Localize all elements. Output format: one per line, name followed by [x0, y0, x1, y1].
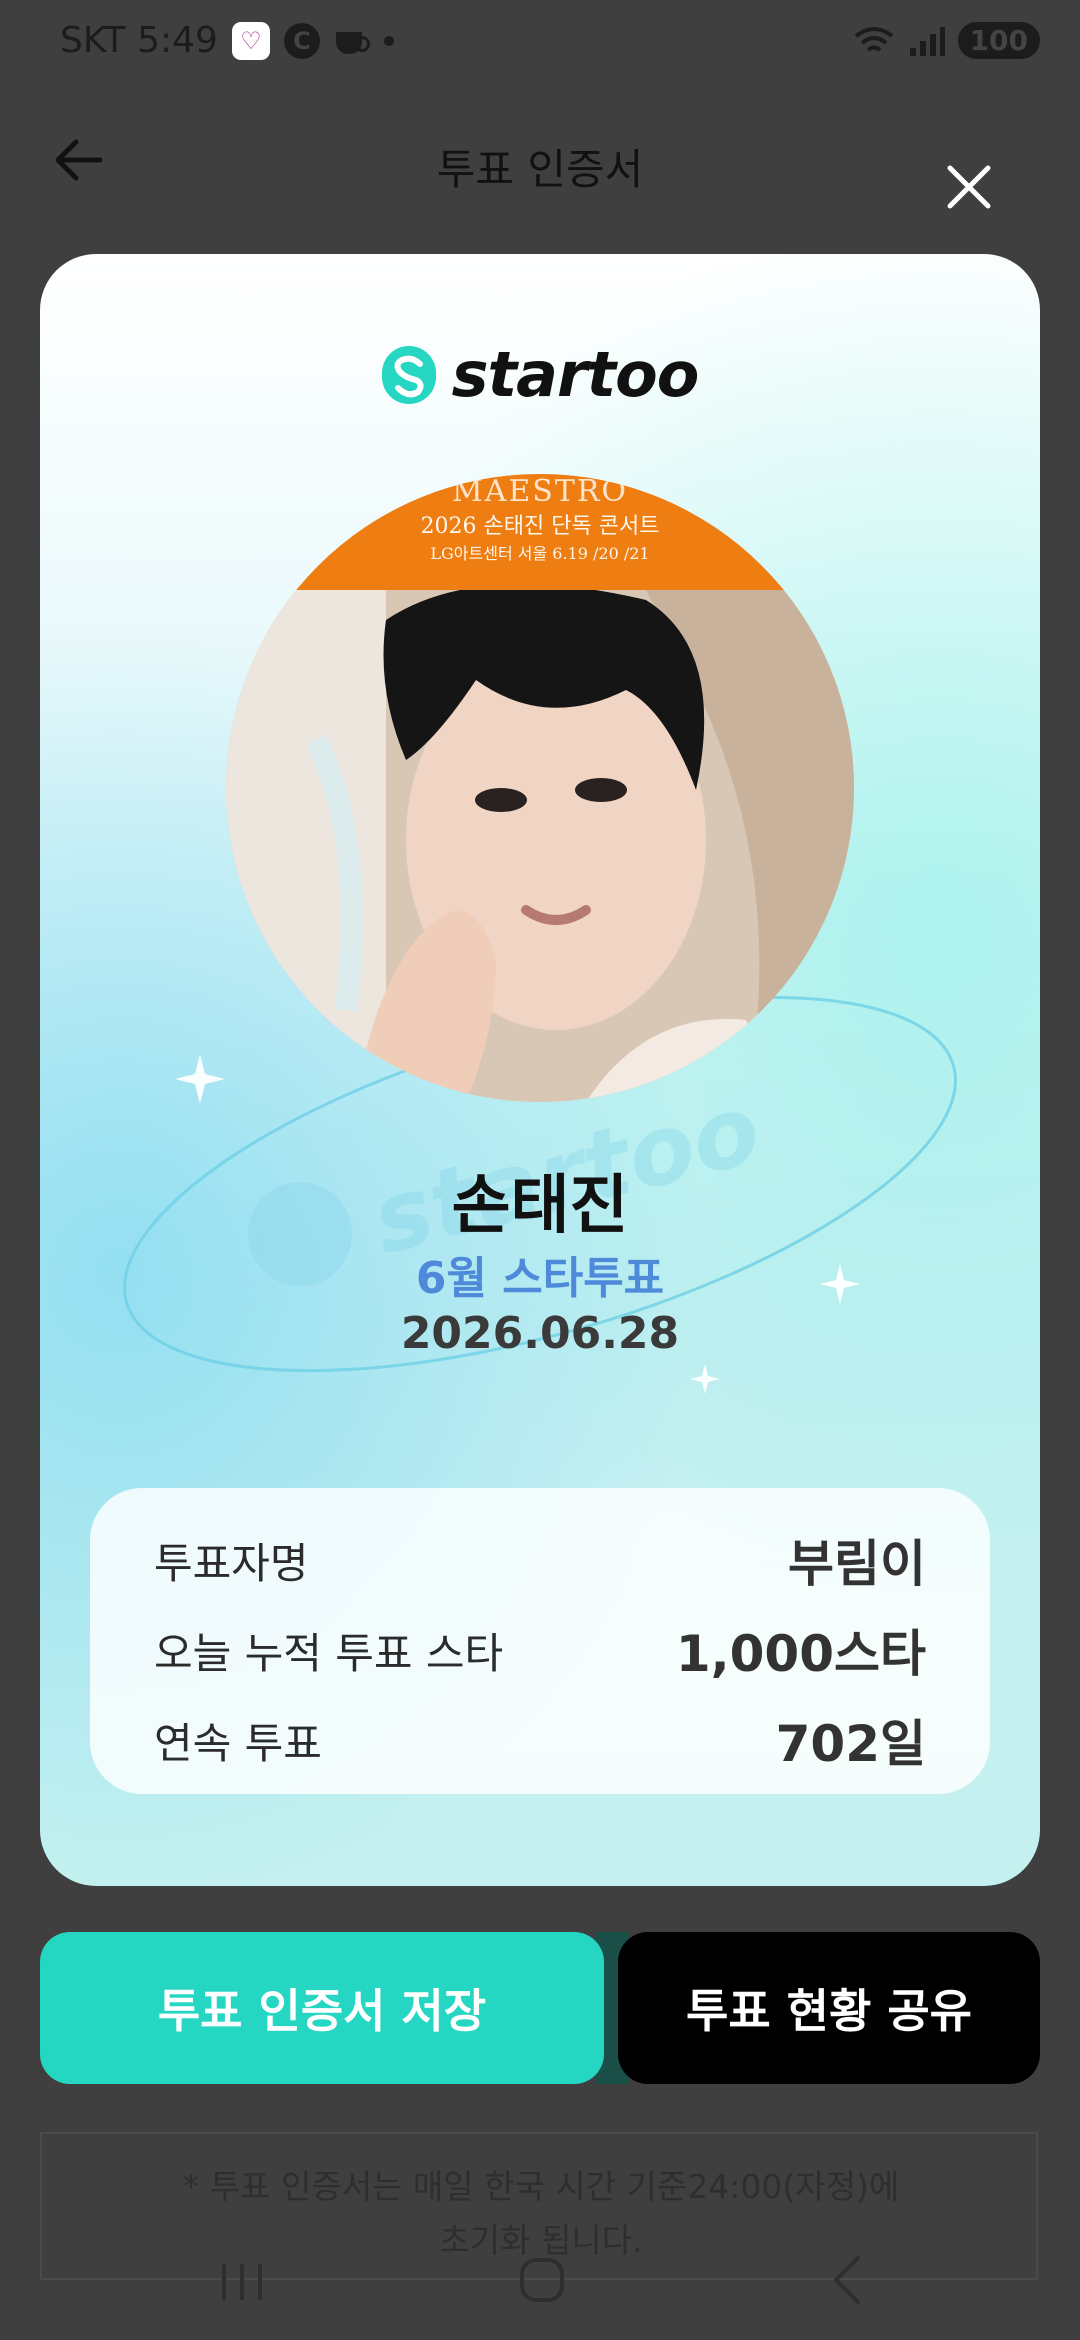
stat-label: 오늘 누적 투표 스타 [154, 1628, 504, 1678]
status-left: SKT 5:49 ♡ C [60, 20, 394, 61]
more-notifications-dot-icon [383, 35, 394, 46]
stat-value: 부림이 [788, 1535, 926, 1593]
c-notification-icon: C [283, 22, 320, 59]
stat-row-consecutive-votes: 연속 투표 702일 [154, 1704, 926, 1776]
signal-icon [909, 26, 945, 56]
close-icon[interactable] [944, 162, 994, 212]
startoo-logo-text: startoo [451, 338, 700, 411]
stat-row-today-stars: 오늘 누적 투표 스타 1,000스타 [154, 1614, 926, 1686]
vote-certificate-card: startoo startoo MAESTRO 2026 손태진 단독 콘서트 … [40, 254, 1040, 1886]
artist-photo: MAESTRO 2026 손태진 단독 콘서트 LG아트센터 서울 6.19 /… [226, 474, 854, 1102]
artist-name: 손태진 [451, 1169, 629, 1243]
battery-indicator: 100 [957, 22, 1040, 59]
banner-title: MAESTRO [451, 474, 629, 509]
vote-stats-panel: 투표자명 부림이 오늘 누적 투표 스타 1,000스타 연속 투표 702일 [90, 1488, 990, 1794]
banner-venue-dates: LG아트센터 서울 6.19 /20 /21 [430, 544, 650, 563]
banner-concert-name: 2026 손태진 단독 콘서트 [420, 514, 660, 539]
nav-back-icon[interactable] [818, 2250, 878, 2310]
home-icon[interactable] [512, 2250, 572, 2310]
vote-title: 6월 스타투표 [415, 1253, 665, 1304]
page-title: 투표 인증서 [436, 145, 644, 194]
stat-row-voter-name: 투표자명 부림이 [154, 1524, 926, 1596]
share-vote-status-button[interactable]: 투표 현황 공유 [618, 1932, 1040, 2084]
status-right: 100 [854, 22, 1040, 59]
status-bar: SKT 5:49 ♡ C 100 [0, 0, 1080, 90]
notice-line-1: * 투표 인증서는 매일 한국 시간 기준24:00(자정)에 [182, 2167, 900, 2206]
coffee-notification-icon [334, 24, 370, 58]
stat-label: 투표자명 [154, 1538, 309, 1588]
artist-portrait [226, 590, 854, 1102]
wifi-icon [854, 26, 893, 52]
app-header: 투표 인증서 [0, 110, 1080, 210]
system-nav-bar [0, 2230, 1080, 2340]
recent-apps-icon[interactable] [212, 2252, 272, 2312]
stat-value: 702일 [775, 1715, 926, 1773]
carrier-time: SKT 5:49 [60, 20, 218, 61]
stat-label: 연속 투표 [154, 1718, 322, 1768]
app-notification-icon: ♡ [231, 21, 270, 60]
startoo-logo: startoo [40, 338, 1040, 411]
vote-date: 2026.06.28 [400, 1308, 680, 1359]
startoo-logo-icon [381, 345, 436, 404]
concert-banner: MAESTRO 2026 손태진 단독 콘서트 LG아트센터 서울 6.19 /… [226, 474, 854, 590]
stat-value: 1,000스타 [675, 1625, 926, 1683]
save-certificate-button[interactable]: 투표 인증서 저장 [40, 1932, 604, 2084]
